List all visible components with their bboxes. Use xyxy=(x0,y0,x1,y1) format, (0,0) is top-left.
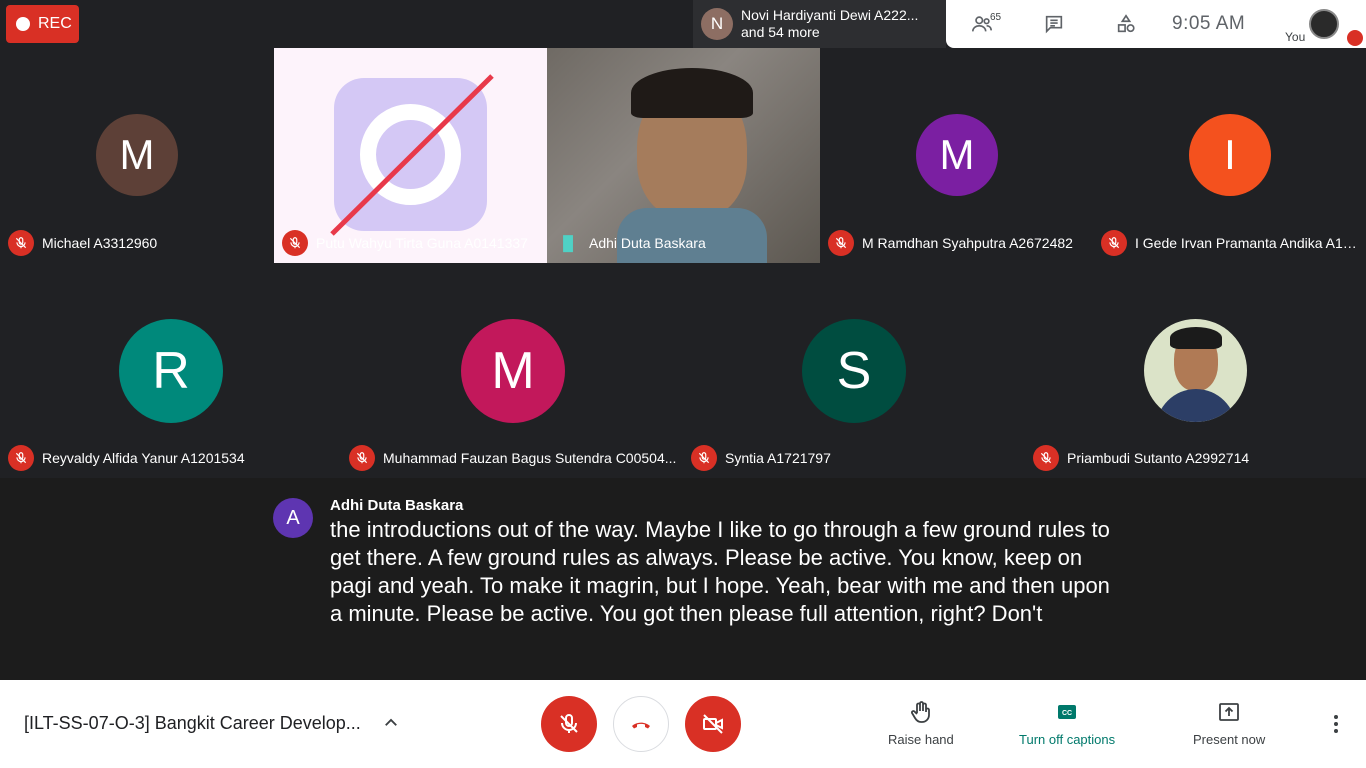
recording-indicator[interactable]: REC xyxy=(6,5,79,43)
participant-tile-video[interactable]: ▐▌ Adhi Duta Baskara xyxy=(547,48,820,263)
participant-name: Michael A3312960 xyxy=(42,235,158,251)
participant-name: Muhammad Fauzan Bagus Sutendra C00504... xyxy=(383,450,677,466)
self-avatar xyxy=(1309,9,1339,39)
mic-off-icon xyxy=(1347,30,1363,46)
participant-avatar: R xyxy=(119,319,223,423)
people-button[interactable]: 65 xyxy=(946,0,1018,48)
camera-disabled-slash-icon xyxy=(330,74,494,236)
svg-text:CC: CC xyxy=(1062,710,1072,717)
hang-up-icon xyxy=(632,722,650,729)
participant-count: 65 xyxy=(990,12,1002,23)
mic-off-icon xyxy=(560,714,578,733)
speaker-name: Novi Hardiyanti Dewi A222... xyxy=(741,7,919,23)
mic-off-icon xyxy=(8,230,34,256)
participant-tile[interactable]: S Syntia A1721797 xyxy=(683,263,1025,478)
chat-button[interactable] xyxy=(1018,0,1090,48)
caption-text: the introductions out of the way. Maybe … xyxy=(330,517,1110,626)
mic-off-icon xyxy=(349,445,375,471)
participant-name: Syntia A1721797 xyxy=(725,450,831,466)
present-screen-icon xyxy=(1219,703,1240,721)
meeting-info-bar: 65 9:05 AM xyxy=(946,0,1280,48)
mic-off-icon xyxy=(8,445,34,471)
microphone-toggle-button[interactable] xyxy=(541,696,597,752)
participant-tile[interactable]: Putu Wahyu Tirta Guna A0141337 xyxy=(274,48,547,263)
captions-toggle-label: Turn off captions xyxy=(1019,732,1116,747)
mic-off-icon xyxy=(282,230,308,256)
participant-name: M Ramdhan Syahputra A2672482 xyxy=(862,235,1073,251)
caption-speaker-avatar: A xyxy=(273,498,313,538)
raise-hand-label: Raise hand xyxy=(888,732,954,747)
chevron-up-icon[interactable] xyxy=(382,714,400,732)
participant-name: Adhi Duta Baskara xyxy=(589,235,706,251)
camera-toggle-button[interactable] xyxy=(685,696,741,752)
participant-avatar-photo xyxy=(1144,319,1247,422)
record-dot-icon xyxy=(16,17,30,31)
speaker-avatar: N xyxy=(701,8,733,40)
meeting-title[interactable]: [ILT-SS-07-O-3] Bangkit Career Develop..… xyxy=(24,713,361,734)
mic-off-icon xyxy=(1101,230,1127,256)
participant-avatar: S xyxy=(802,319,906,423)
present-now-button[interactable]: Present now xyxy=(1193,700,1265,747)
caption-speaker-name: Adhi Duta Baskara xyxy=(330,497,464,514)
speaking-indicator-icon: ▐▌ xyxy=(558,235,578,251)
participant-name: I Gede Irvan Pramanta Andika A17... xyxy=(1135,235,1361,251)
active-speakers-notification[interactable]: N Novi Hardiyanti Dewi A222... and 54 mo… xyxy=(693,0,946,48)
participant-name: Putu Wahyu Tirta Guna A0141337 xyxy=(316,235,528,251)
rec-label: REC xyxy=(38,15,72,32)
more-options-icon[interactable] xyxy=(1326,712,1346,736)
participant-avatar: M xyxy=(96,114,178,196)
mic-off-icon xyxy=(1033,445,1059,471)
closed-captions-icon: CC xyxy=(1058,705,1077,719)
activities-button[interactable] xyxy=(1090,0,1162,48)
speaker-more: and 54 more xyxy=(741,24,820,40)
captions-toggle-button[interactable]: CC Turn off captions xyxy=(1019,700,1115,747)
participant-avatar: M xyxy=(461,319,565,423)
participant-avatar: M xyxy=(916,114,998,196)
participant-tile[interactable]: M Michael A3312960 xyxy=(0,48,274,263)
bottom-bar: [ILT-SS-07-O-3] Bangkit Career Develop..… xyxy=(0,680,1366,768)
you-label: You xyxy=(1285,30,1306,44)
present-now-label: Present now xyxy=(1193,732,1266,747)
chat-icon xyxy=(1045,15,1063,34)
participant-tile[interactable]: M M Ramdhan Syahputra A2672482 xyxy=(820,48,1093,263)
raise-hand-button[interactable]: Raise hand xyxy=(888,700,954,747)
participant-tile[interactable]: R Reyvaldy Alfida Yanur A1201534 xyxy=(0,263,341,478)
hand-icon xyxy=(910,701,930,723)
self-view[interactable]: You xyxy=(1280,0,1366,48)
participant-avatar: I xyxy=(1189,114,1271,196)
participant-name: Priambudi Sutanto A2992714 xyxy=(1067,450,1250,466)
participant-tile[interactable]: M Muhammad Fauzan Bagus Sutendra C00504.… xyxy=(341,263,683,478)
participant-name: Reyvaldy Alfida Yanur A1201534 xyxy=(42,450,245,466)
clock-time: 9:05 AM xyxy=(1172,13,1246,34)
participant-tile[interactable]: I I Gede Irvan Pramanta Andika A17... xyxy=(1093,48,1366,263)
camera-off-icon xyxy=(703,714,723,734)
mic-off-icon xyxy=(691,445,717,471)
mic-off-icon xyxy=(828,230,854,256)
participant-tile[interactable]: Priambudi Sutanto A2992714 xyxy=(1025,263,1366,478)
top-bar: REC N Novi Hardiyanti Dewi A222... and 5… xyxy=(0,0,1366,48)
leave-call-button[interactable] xyxy=(613,696,669,752)
shapes-icon xyxy=(1117,14,1135,33)
